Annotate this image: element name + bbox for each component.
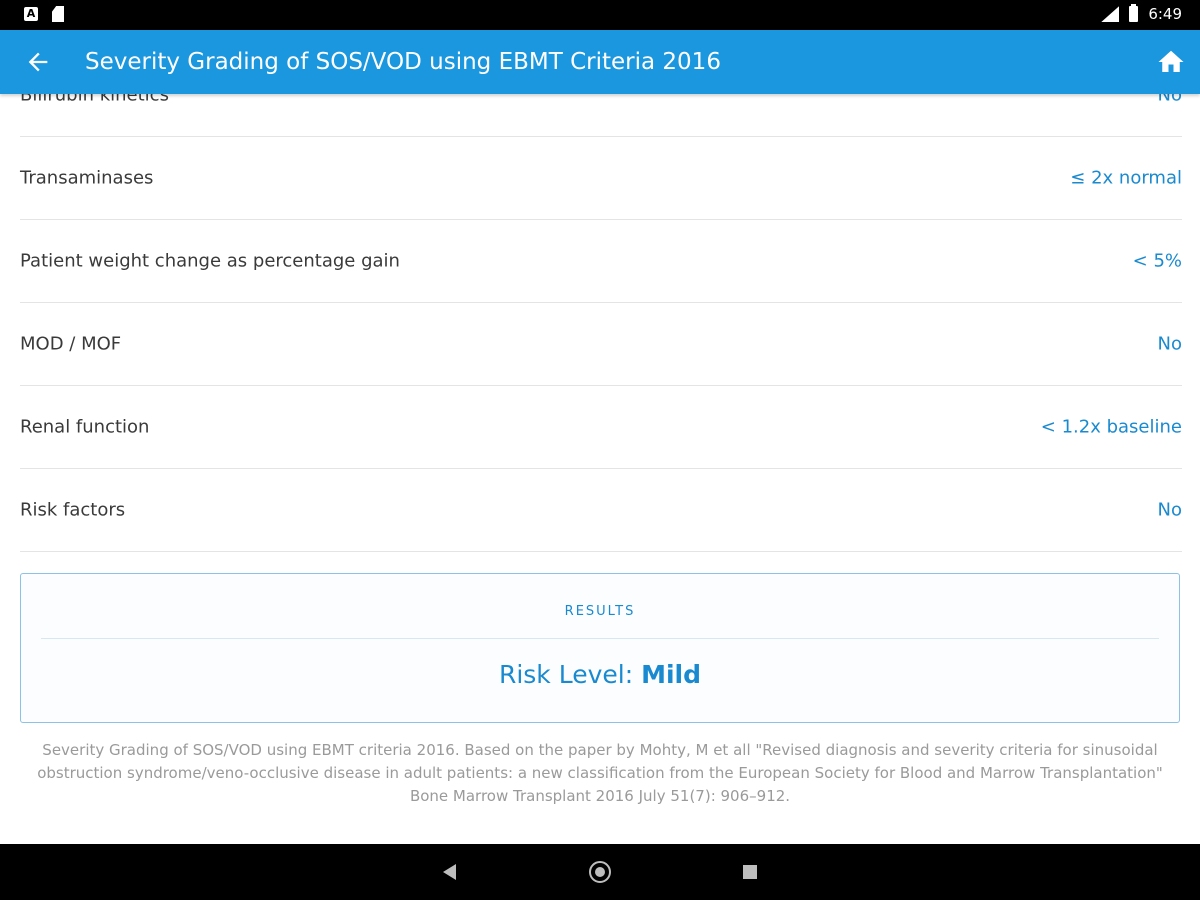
status-right-icons: 6:49 [1101, 4, 1182, 23]
criteria-value[interactable]: No [1158, 334, 1182, 355]
battery-icon [1129, 4, 1139, 22]
criteria-value[interactable]: < 5% [1133, 251, 1182, 272]
nav-home-icon[interactable] [589, 861, 611, 883]
system-nav-bar [0, 844, 1200, 900]
criteria-value[interactable]: No [1158, 94, 1182, 106]
results-divider [41, 638, 1159, 639]
page-title: Severity Grading of SOS/VOD using EBMT C… [85, 49, 721, 75]
criteria-label: Risk factors [20, 499, 126, 521]
signal-icon [1101, 6, 1120, 22]
criteria-row-risk-factors[interactable]: Risk factors No [20, 469, 1182, 552]
criteria-value[interactable]: ≤ 2x normal [1070, 168, 1182, 189]
criteria-row-mod-mof[interactable]: MOD / MOF No [20, 303, 1182, 386]
criteria-row-transaminases[interactable]: Transaminases ≤ 2x normal [20, 137, 1182, 220]
criteria-value[interactable]: < 1.2x baseline [1041, 417, 1182, 438]
criteria-label: Bilirubin kinetics [20, 94, 169, 106]
risk-level-label: Risk Level: [498, 660, 634, 689]
sd-card-icon [52, 6, 64, 22]
a-icon: A [24, 7, 38, 21]
nav-recents-icon[interactable] [743, 865, 757, 879]
risk-level-result: Risk Level: Mild [21, 660, 1179, 689]
criteria-row-bilirubin[interactable]: Bilirubin kinetics No [20, 94, 1182, 137]
results-title: RESULTS [564, 604, 636, 619]
criteria-row-renal-function[interactable]: Renal function < 1.2x baseline [20, 386, 1182, 469]
results-card: RESULTS Risk Level: Mild [20, 573, 1180, 723]
app-bar: Severity Grading of SOS/VOD using EBMT C… [0, 30, 1200, 94]
nav-back-icon[interactable] [443, 864, 456, 880]
criteria-value[interactable]: No [1158, 500, 1182, 521]
citation-text: Severity Grading of SOS/VOD using EBMT c… [37, 741, 1163, 805]
calculator-content: Bilirubin kinetics No Transaminases ≤ 2x… [0, 94, 1200, 844]
criteria-label: MOD / MOF [20, 333, 122, 355]
status-time: 6:49 [1148, 5, 1182, 23]
arrow-back-icon[interactable] [24, 48, 52, 76]
status-bar: A 6:49 [0, 0, 1200, 30]
home-icon[interactable] [1156, 47, 1186, 77]
criteria-row-weight-change[interactable]: Patient weight change as percentage gain… [20, 220, 1182, 303]
risk-level-value: Mild [641, 660, 702, 689]
criteria-label: Renal function [20, 416, 150, 438]
criteria-label: Patient weight change as percentage gain [20, 250, 400, 272]
status-left-icons: A [24, 6, 64, 22]
criteria-label: Transaminases [20, 167, 154, 189]
